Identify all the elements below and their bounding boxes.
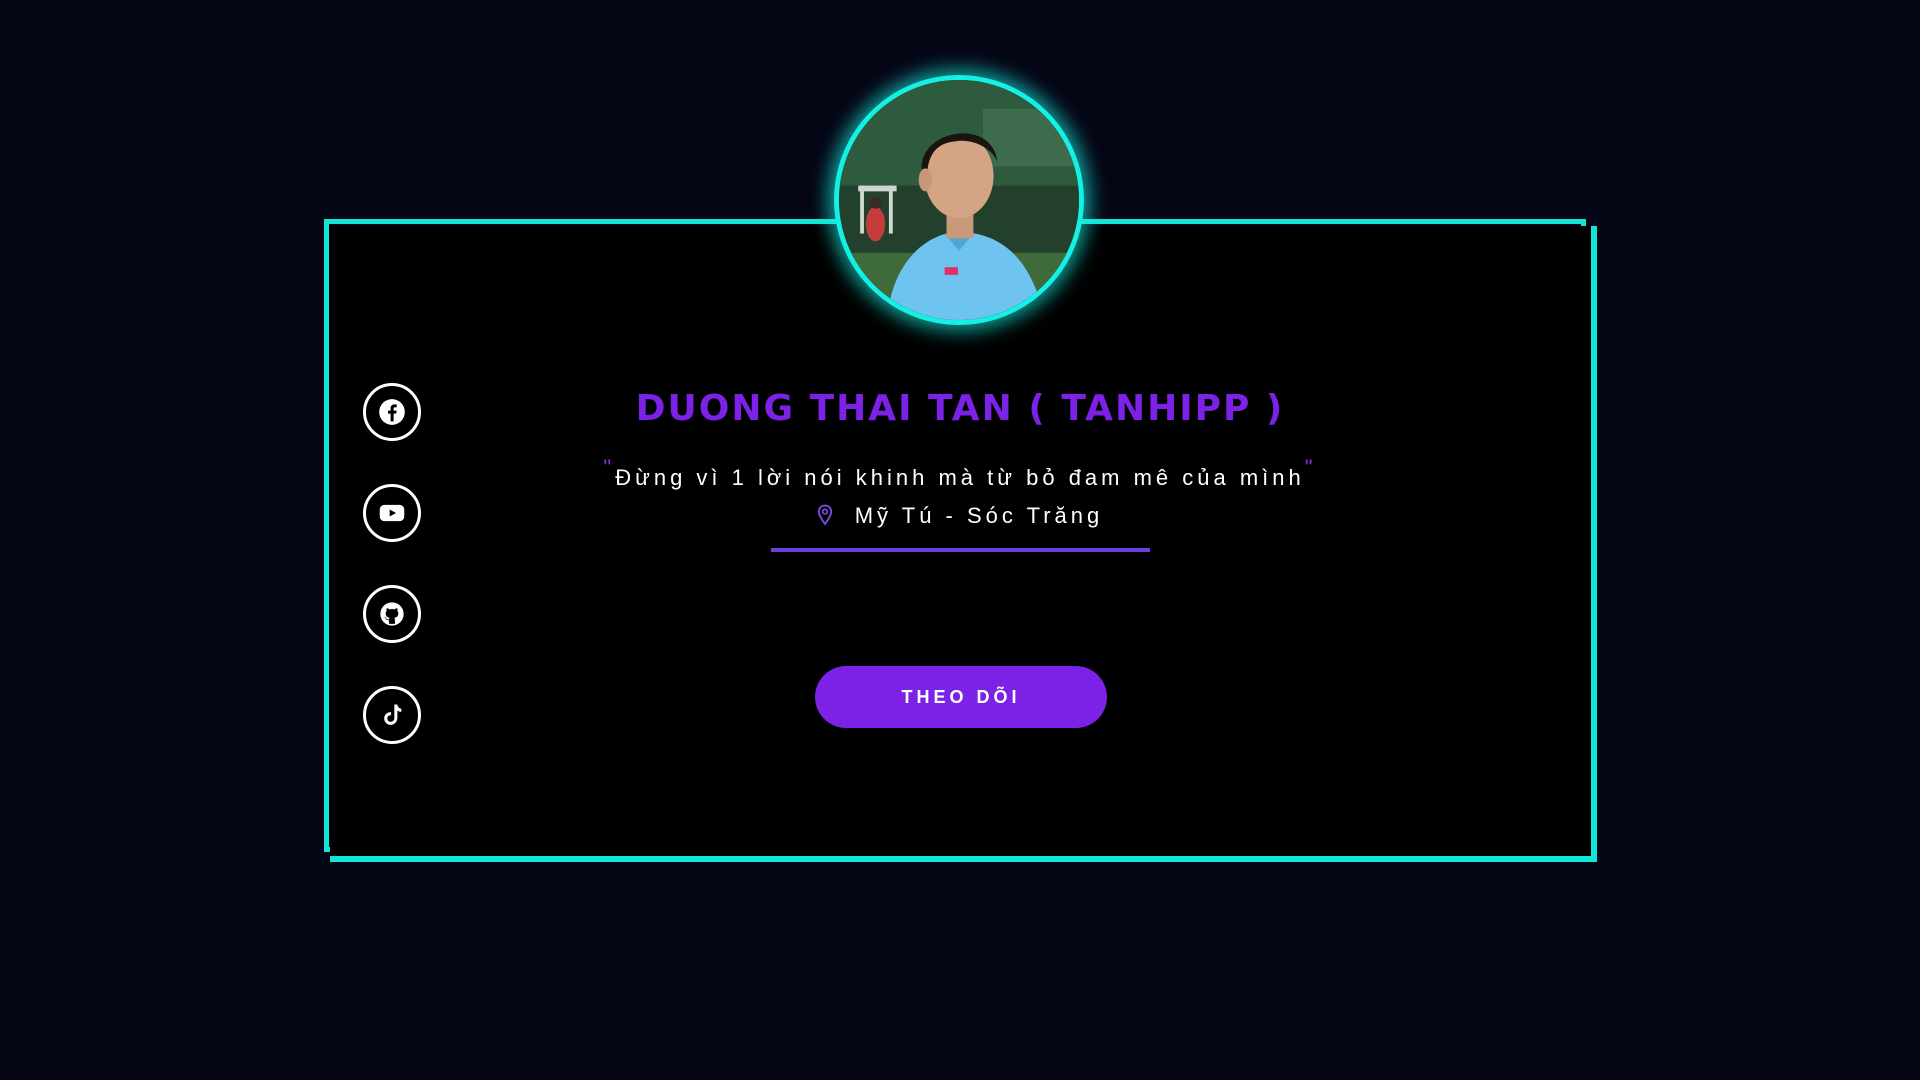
follow-button[interactable]: THEO DÕI (815, 666, 1107, 728)
profile-name: DUONG THAI TAN ( TANHIPP ) (635, 388, 1285, 429)
avatar-photo (839, 80, 1079, 320)
tiktok-link[interactable] (363, 686, 421, 744)
github-icon (380, 602, 404, 626)
location-pin-icon (817, 504, 832, 526)
profile-page: DUONG THAI TAN ( TANHIPP ) "Đừng vì 1 lờ… (0, 0, 1920, 1080)
profile-location: Mỹ Tú - Sóc Trăng (0, 503, 1920, 529)
quote-open-mark: " (603, 455, 616, 480)
divider (771, 548, 1150, 552)
tiktok-icon (384, 704, 402, 725)
profile-quote: "Đừng vì 1 lời nói khinh mà từ bỏ đam mê… (0, 455, 1920, 491)
location-text: Mỹ Tú - Sóc Trăng (854, 503, 1104, 528)
quote-text: Đừng vì 1 lời nói khinh mà từ bỏ đam mê … (615, 465, 1305, 490)
quote-close-mark: " (1304, 455, 1317, 480)
avatar (834, 75, 1084, 325)
github-link[interactable] (363, 585, 421, 643)
